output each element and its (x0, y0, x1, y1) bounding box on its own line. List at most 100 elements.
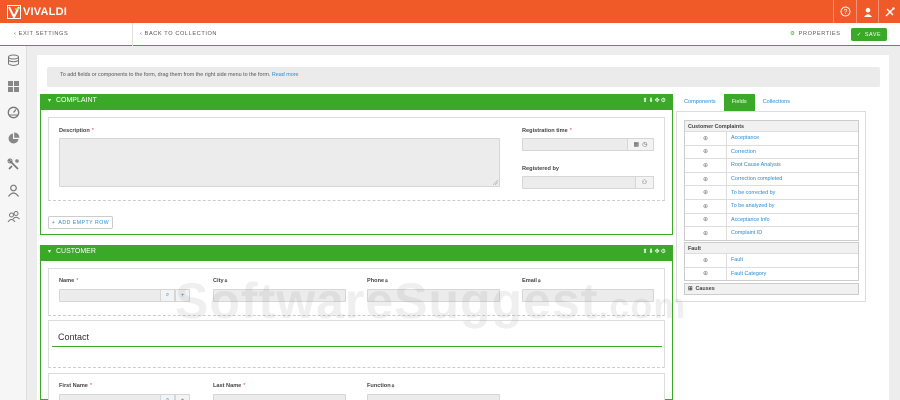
check-icon: ✓ (856, 31, 862, 38)
top-bar: VIVALDI ? (0, 0, 900, 23)
add-button[interactable]: + (175, 394, 190, 400)
wrench-icon[interactable] (6, 157, 21, 171)
logo-text: VIVALDI (23, 6, 67, 18)
help-icon[interactable]: ? (833, 0, 856, 23)
registered-by-label: Registered by (522, 166, 559, 172)
plus-circle-icon: ⊕ (685, 254, 727, 267)
plus-circle-icon: ⊕ (685, 172, 727, 186)
users-icon[interactable] (6, 209, 21, 223)
description-label: Description * (59, 128, 94, 134)
field-item[interactable]: ⊕ Correction (685, 144, 858, 159)
tab-fields[interactable]: Fields (723, 94, 755, 111)
add-empty-row-button[interactable]: + ADD EMPTY ROW (48, 216, 113, 229)
back-to-collection-link[interactable]: ‹ BACK TO COLLECTION (140, 31, 217, 37)
function-input[interactable] (367, 394, 500, 400)
vivaldi-logo[interactable]: VIVALDI (7, 5, 67, 19)
resize-grip-icon[interactable] (493, 180, 498, 185)
add-empty-row-label: ADD EMPTY ROW (58, 219, 110, 226)
field-item[interactable]: ⊕ Root Cause Analysis (685, 158, 858, 172)
search-button[interactable]: ⌕ (160, 289, 175, 302)
plus-circle-icon: ⊕ (685, 267, 727, 281)
complaint-section-title: COMPLAINT (55, 97, 97, 104)
plus-circle-icon: ⊕ (685, 199, 727, 213)
tab-collections[interactable]: Collections (755, 94, 798, 111)
field-item[interactable]: ⊕ Complaint ID (685, 226, 858, 240)
expand-box-icon: ⊞ (688, 286, 693, 292)
exit-settings-label: EXIT SETTINGS (18, 31, 69, 37)
lock-icon: 🔒︎ (391, 383, 395, 389)
field-item[interactable]: ⊕ Fault Category (685, 266, 858, 281)
plus-circle-icon: ⊕ (685, 213, 727, 227)
first-name-input[interactable] (59, 394, 161, 400)
calendar-icon: ▦ (633, 142, 640, 148)
plus-circle-icon: ⊕ (685, 132, 727, 145)
field-item[interactable]: ⊕ Acceptance Info (685, 212, 858, 227)
customer-section-header[interactable]: ▾ CUSTOMER ⬆⬇✥⚙ (40, 245, 673, 261)
field-item-label: Root Cause Analysis (731, 162, 781, 169)
exit-settings-link[interactable]: ‹ EXIT SETTINGS (14, 31, 68, 37)
user-lookup-button[interactable]: ⚇ (635, 176, 654, 189)
field-item[interactable]: ⊕ Fault (685, 253, 858, 267)
read-more-link[interactable]: Read more (272, 72, 299, 78)
component-tabs: Components Fields Collections (676, 94, 798, 111)
tab-components[interactable]: Components (676, 94, 724, 111)
person-icon[interactable] (6, 183, 21, 197)
field-item-label: To be corrected by (731, 189, 776, 196)
user-icon[interactable] (856, 0, 878, 23)
field-item-label: Fault Category (731, 270, 767, 277)
section-tools: ⬆⬇✥⚙ (643, 97, 667, 104)
contact-heading: Contact (58, 332, 90, 342)
plus-icon: + (51, 219, 56, 226)
settings-gear-icon[interactable]: ⚙ (661, 98, 667, 104)
field-group-fault: Fault ⊕ Fault ⊕ Fault Category (684, 242, 859, 282)
field-group-title: Fault (688, 246, 701, 252)
contact-divider (52, 346, 662, 347)
last-name-input[interactable] (213, 394, 346, 400)
field-item-label: Correction completed (731, 176, 783, 183)
last-name-label: Last Name * (213, 383, 246, 389)
plus-circle-icon: ⊕ (685, 145, 727, 159)
header-icons: ? (833, 0, 900, 23)
date-time-picker-button[interactable]: ▦ ◷ (627, 138, 654, 151)
watermark: SoftwareSuggest.com (175, 273, 687, 329)
function-label: Function🔒︎ (367, 383, 395, 389)
field-item[interactable]: ⊕ To be analyzed by (685, 198, 858, 213)
search-button[interactable]: ⌕ (160, 394, 175, 400)
grid-icon[interactable] (6, 79, 21, 93)
info-text: To add fields or components to the form,… (60, 72, 271, 78)
field-item[interactable]: ⊕ To be corrected by (685, 185, 858, 199)
field-item-label: Correction (731, 148, 756, 155)
save-label: SAVE (864, 31, 882, 38)
field-item-label: Complaint ID (731, 230, 763, 237)
search-icon: ⌕ (165, 292, 170, 298)
chevron-down-icon[interactable]: ▾ (48, 249, 51, 255)
database-icon[interactable] (6, 53, 21, 67)
settings-gear-icon[interactable]: ⚙ (661, 249, 667, 255)
dashboard-icon[interactable] (6, 105, 21, 119)
field-group-title: Customer Complaints (688, 124, 745, 130)
field-group-causes[interactable]: ⊞ Causes (684, 283, 859, 295)
description-textarea[interactable] (59, 138, 500, 187)
field-item-label: Fault (731, 257, 743, 264)
registered-by-input[interactable] (522, 176, 636, 189)
field-item[interactable]: ⊕ Correction completed (685, 171, 858, 186)
customer-section-title: CUSTOMER (55, 248, 96, 255)
left-sidebar (0, 46, 27, 400)
field-item-label: Acceptance Info (731, 216, 770, 223)
properties-label: PROPERTIES (798, 31, 841, 37)
pie-chart-icon[interactable] (6, 131, 21, 145)
registration-time-input[interactable] (522, 138, 628, 151)
name-input[interactable] (59, 289, 161, 302)
save-button[interactable]: ✓ SAVE (851, 28, 887, 41)
tools-icon[interactable] (878, 0, 900, 23)
field-item[interactable]: ⊕ Acceptance (685, 131, 858, 145)
toolbar-divider (132, 23, 133, 46)
properties-link[interactable]: ⚙ PROPERTIES (790, 31, 841, 37)
first-name-label: First Name * (59, 383, 93, 389)
field-group-customer-complaints: Customer Complaints ⊕ Acceptance ⊕ Correct… (684, 120, 859, 241)
field-item-label: Acceptance (731, 135, 760, 142)
registration-time-label: Registration time * (522, 128, 572, 134)
plus-circle-icon: ⊕ (685, 186, 727, 199)
chevron-down-icon[interactable]: ▾ (48, 98, 51, 104)
complaint-section-header[interactable]: ▾ COMPLAINT ⬆⬇✥⚙ (40, 94, 673, 110)
